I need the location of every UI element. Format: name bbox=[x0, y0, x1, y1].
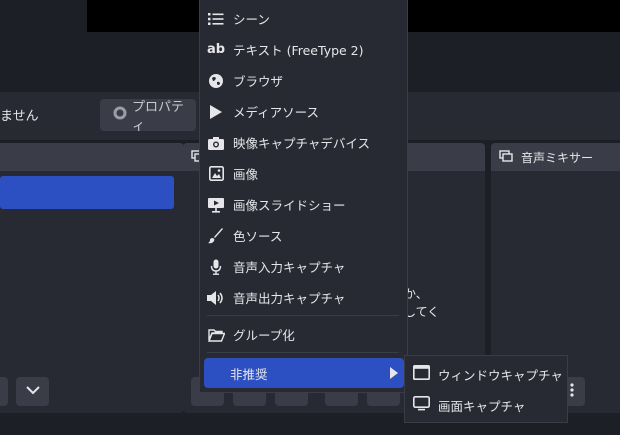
menu-item-deprecated[interactable]: 非推奨 bbox=[204, 358, 404, 388]
speaker-icon bbox=[207, 289, 225, 307]
add-source-menu: シーン ab テキスト (FreeType 2) ブラウザ メディアソース 映像… bbox=[199, 0, 408, 393]
menu-item-label: 音声出力キャプチャ bbox=[233, 291, 346, 306]
sources-hint-line2: してく bbox=[404, 305, 440, 319]
window-icon bbox=[413, 365, 430, 383]
menu-separator bbox=[207, 352, 399, 353]
menu-item-image-slideshow[interactable]: 画像スライドショー bbox=[200, 189, 407, 220]
menu-separator bbox=[207, 315, 399, 316]
chevron-right-icon bbox=[390, 367, 398, 382]
list-icon bbox=[207, 10, 225, 28]
menu-item-video-capture[interactable]: 映像キャプチャデバイス bbox=[200, 127, 407, 158]
camera-icon bbox=[207, 134, 225, 152]
menu-item-label: テキスト (FreeType 2) bbox=[233, 43, 364, 58]
menu-item-image[interactable]: 画像 bbox=[200, 158, 407, 189]
properties-button[interactable]: プロパティ bbox=[100, 99, 196, 134]
scene-up-button[interactable] bbox=[0, 377, 8, 406]
submenu-item-window-capture[interactable]: ウィンドウキャプチャ bbox=[405, 359, 567, 389]
selected-scene-item[interactable] bbox=[0, 176, 174, 209]
microphone-icon bbox=[207, 258, 225, 276]
menu-item-label: 色ソース bbox=[233, 229, 283, 244]
menu-item-label: 画像スライドショー bbox=[233, 198, 346, 213]
menu-item-scene[interactable]: シーン bbox=[200, 3, 407, 34]
brush-icon bbox=[207, 227, 225, 245]
menu-item-color-source[interactable]: 色ソース bbox=[200, 220, 407, 251]
deprecated-submenu: ウィンドウキャプチャ 画面キャプチャ bbox=[404, 355, 568, 423]
menu-item-label: メディアソース bbox=[233, 105, 320, 120]
submenu-item-label: 画面キャプチャ bbox=[438, 398, 526, 414]
menu-item-label: 映像キャプチャデバイス bbox=[233, 136, 371, 151]
globe-icon bbox=[207, 72, 225, 90]
image-icon bbox=[207, 165, 225, 183]
properties-label: プロパティ bbox=[132, 100, 185, 134]
submenu-item-label: ウィンドウキャプチャ bbox=[438, 367, 563, 383]
monitor-icon bbox=[413, 396, 430, 414]
chevron-down-icon bbox=[25, 384, 40, 399]
menu-item-audio-output-capture[interactable]: 音声出力キャプチャ bbox=[200, 282, 407, 313]
menu-item-label: ブラウザ bbox=[233, 74, 284, 89]
dock-window-icon[interactable] bbox=[499, 149, 513, 165]
text-ab-icon: ab bbox=[206, 42, 226, 57]
scene-down-button[interactable] bbox=[16, 377, 49, 406]
menu-item-label: シーン bbox=[233, 12, 270, 27]
menu-item-label: 音声入力キャプチャ bbox=[233, 260, 346, 275]
gear-icon bbox=[112, 105, 128, 125]
folder-icon bbox=[207, 326, 225, 344]
menu-item-audio-input-capture[interactable]: 音声入力キャプチャ bbox=[200, 251, 407, 282]
audio-mixer-header: 音声ミキサー bbox=[491, 143, 620, 171]
scenes-dock-header bbox=[0, 143, 184, 171]
menu-item-label: グループ化 bbox=[233, 328, 295, 343]
audio-mixer-title: 音声ミキサー bbox=[521, 150, 594, 165]
slideshow-icon bbox=[207, 196, 225, 214]
menu-item-group[interactable]: グループ化 bbox=[200, 319, 407, 350]
no-source-text: ません bbox=[0, 109, 39, 124]
play-icon bbox=[207, 103, 225, 121]
submenu-item-screen-capture[interactable]: 画面キャプチャ bbox=[405, 390, 567, 420]
menu-item-label: 画像 bbox=[233, 167, 259, 182]
menu-item-media-source[interactable]: メディアソース bbox=[200, 96, 407, 127]
menu-item-label: 非推奨 bbox=[230, 366, 268, 382]
menu-item-text-freetype[interactable]: ab テキスト (FreeType 2) bbox=[200, 34, 407, 65]
menu-item-browser[interactable]: ブラウザ bbox=[200, 65, 407, 96]
more-vertical-icon bbox=[570, 382, 574, 402]
